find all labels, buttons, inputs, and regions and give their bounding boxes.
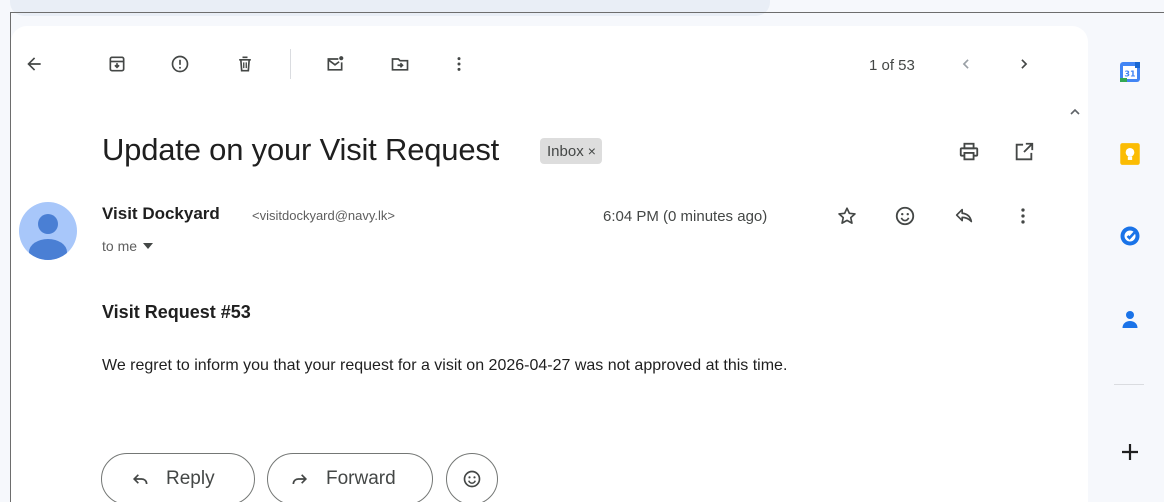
reply-icon [132, 474, 148, 485]
report-spam-button[interactable] [162, 46, 198, 82]
open-in-new-window-button[interactable] [1006, 134, 1042, 170]
contacts-icon [1122, 311, 1138, 328]
star-button[interactable] [829, 198, 865, 234]
side-panel-divider [1114, 384, 1144, 385]
chevron-right-icon [1021, 59, 1028, 69]
email-body-heading: Visit Request #53 [102, 302, 251, 322]
keep-icon [1120, 143, 1140, 165]
reply-icon-button[interactable] [946, 198, 982, 234]
email-subject: Update on your Visit Request [102, 132, 500, 167]
forward-button[interactable]: Forward [267, 453, 433, 502]
recipient-details-toggle[interactable]: to me [102, 238, 154, 254]
emoji-icon [463, 470, 481, 488]
toolbar-divider [290, 49, 291, 79]
scroll-up-button[interactable] [1065, 102, 1085, 122]
calendar-app-button[interactable]: 31 [1112, 54, 1148, 90]
older-email-button[interactable] [1006, 46, 1042, 82]
add-reaction-button[interactable] [887, 198, 923, 234]
calendar-day: 31 [1124, 70, 1136, 79]
reply-button[interactable]: Reply [101, 453, 255, 502]
plus-icon [1122, 444, 1138, 460]
forward-button-label: Forward [326, 468, 396, 489]
sender-email: <visitdockyard@navy.lk> [252, 208, 396, 223]
chevron-left-icon [962, 59, 969, 69]
mark-unread-button[interactable] [317, 46, 353, 82]
reply-icon [955, 208, 973, 223]
remove-label-button[interactable]: × [588, 143, 596, 159]
scrollbar[interactable] [1063, 122, 1087, 502]
email-toolbar: 1 of 53 [11, 26, 1088, 102]
tasks-icon [1120, 226, 1140, 246]
more-options-button[interactable] [441, 46, 477, 82]
tasks-app-button[interactable] [1112, 218, 1148, 254]
recipient-label: to me [102, 238, 138, 254]
archive-button[interactable] [99, 46, 135, 82]
email-body-text: We regret to inform you that your reques… [102, 357, 788, 374]
more-vert-icon [457, 57, 461, 71]
forward-icon [292, 474, 308, 485]
keep-app-button[interactable] [1112, 136, 1148, 172]
sender-avatar[interactable] [19, 202, 77, 260]
newer-email-button[interactable] [948, 46, 984, 82]
pagination-count: 1 of 53 [869, 57, 915, 74]
move-to-button[interactable] [382, 46, 418, 82]
mark-unread-icon [327, 56, 344, 71]
message-more-button[interactable] [1005, 198, 1041, 234]
calendar-icon: 31 [1120, 62, 1140, 82]
open-in-new-icon [1015, 142, 1034, 161]
contacts-app-button[interactable] [1112, 301, 1148, 337]
caret-down-icon [143, 243, 154, 249]
emoji-reaction-button[interactable] [446, 453, 498, 502]
email-timestamp: 6:04 PM (0 minutes ago) [603, 208, 768, 225]
star-icon [838, 207, 856, 224]
trash-icon [239, 56, 251, 72]
reply-button-label: Reply [166, 468, 215, 489]
side-panel: 31 [1096, 26, 1164, 502]
sender-name: Visit Dockyard [102, 204, 220, 223]
email-view: 1 of 53 Update on your Visit Request Inb… [11, 26, 1088, 502]
arrow-left-icon [27, 57, 41, 71]
archive-icon [109, 56, 125, 72]
report-spam-icon [171, 55, 189, 73]
emoji-icon [895, 206, 915, 226]
get-addons-button[interactable] [1112, 434, 1148, 470]
print-button[interactable] [951, 134, 987, 170]
caret-up-icon [1070, 108, 1080, 115]
person-icon [29, 214, 67, 260]
move-to-folder-icon [391, 58, 409, 71]
back-button[interactable] [16, 46, 52, 82]
label-chip-text: Inbox [547, 142, 584, 160]
print-icon [959, 142, 979, 161]
delete-button[interactable] [227, 46, 263, 82]
more-vert-icon [1021, 208, 1025, 224]
inbox-label-chip: Inbox × [540, 138, 602, 164]
